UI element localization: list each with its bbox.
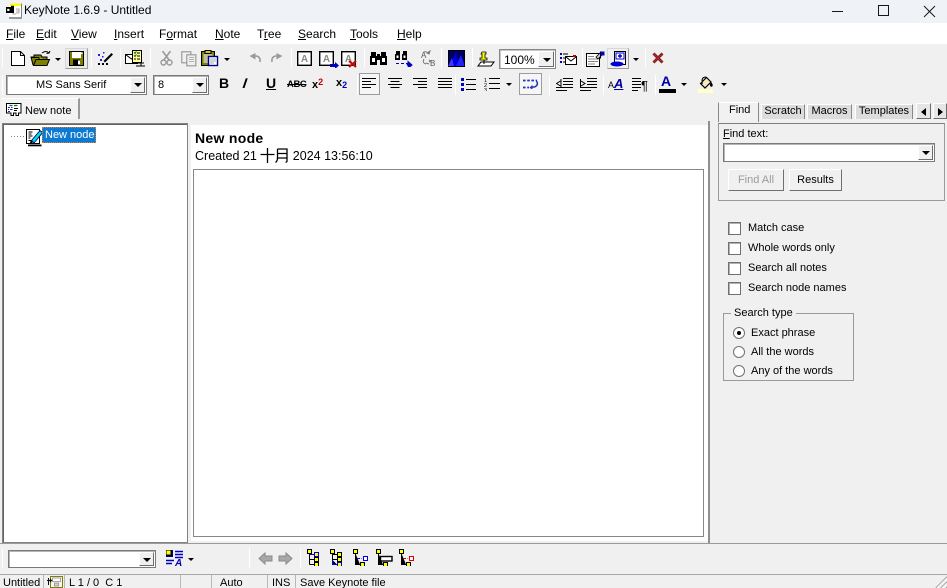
svg-text:3: 3 [484,88,487,91]
svg-text:B: B [430,59,435,67]
svg-text:A: A [301,54,308,65]
svg-text:A: A [323,54,330,65]
svg-text:¶: ¶ [641,78,648,92]
svg-text:A: A [174,558,182,567]
